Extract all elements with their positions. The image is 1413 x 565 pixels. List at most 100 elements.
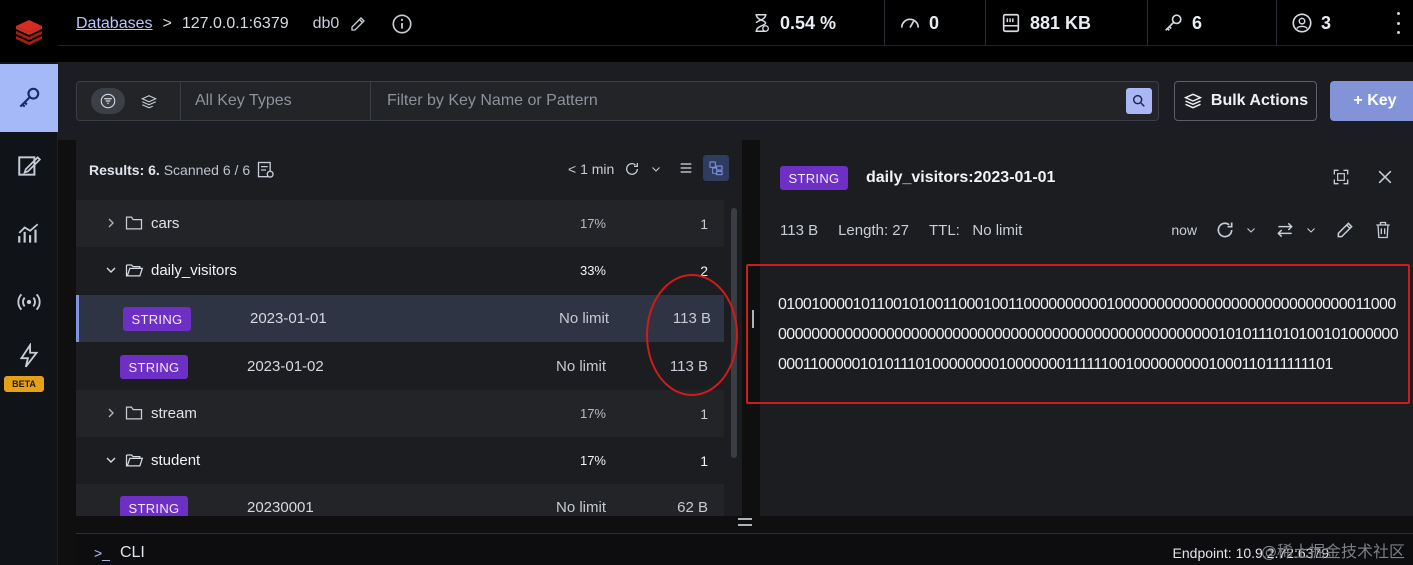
- folder-percent: 17%: [579, 216, 606, 231]
- folder-row[interactable]: daily_visitors 33% 2: [76, 247, 724, 294]
- details-window-controls: [1331, 167, 1395, 187]
- search-icon: [1132, 94, 1145, 107]
- scan-settings-icon[interactable]: [256, 160, 276, 180]
- chevron-down-icon[interactable]: [650, 163, 662, 175]
- redis-logo[interactable]: [0, 0, 58, 62]
- key-search-input[interactable]: Filter by Key Name or Pattern: [371, 82, 1158, 120]
- key-ttl: No limit: [558, 310, 609, 327]
- stat-cpu-value: 0.54 %: [780, 12, 837, 33]
- folder-row[interactable]: stream 17% 1: [76, 390, 724, 437]
- key-name: 2023-01-02: [247, 358, 324, 375]
- search-placeholder: Filter by Key Name or Pattern: [387, 92, 598, 109]
- chevron-right-icon[interactable]: [105, 217, 117, 229]
- cpu-icon: [755, 14, 769, 32]
- bulk-actions-button[interactable]: Bulk Actions: [1174, 81, 1317, 121]
- chevron-down-icon[interactable]: [1305, 224, 1317, 236]
- stat-keys: 6: [1147, 0, 1202, 46]
- format-switch-icon[interactable]: [1275, 220, 1295, 240]
- tree-view-button[interactable]: [703, 155, 729, 181]
- cli-bar: >_ CLI Endpoint: 10.9.2.72:6379: [76, 533, 1413, 565]
- details-key-name[interactable]: daily_visitors:2023-01-01: [866, 169, 1055, 187]
- folder-open-icon: [125, 264, 144, 277]
- folder-row[interactable]: student 17% 1: [76, 437, 724, 484]
- key-row[interactable]: STRING 2023-01-02 No limit 113 B: [76, 343, 724, 390]
- key-size: 62 B: [677, 499, 708, 516]
- details-last-refresh: now: [1171, 222, 1197, 238]
- beta-badge: BETA: [4, 376, 44, 392]
- db-label: db0: [312, 15, 340, 32]
- folder-row[interactable]: cars 17% 1: [76, 200, 724, 247]
- info-icon[interactable]: [391, 13, 413, 35]
- folder-percent: 33%: [579, 263, 606, 278]
- stat-ops: 0: [884, 0, 939, 46]
- refresh-icon[interactable]: [1215, 220, 1235, 240]
- list-view-button[interactable]: [673, 155, 699, 181]
- search-button[interactable]: [1126, 88, 1152, 114]
- memory-icon: [1002, 13, 1020, 33]
- cli-resize-handle[interactable]: [738, 518, 756, 526]
- folder-open-icon: [125, 454, 144, 467]
- key-icon: [1165, 14, 1182, 31]
- key-row[interactable]: STRING 2023-01-01 No limit 113 B: [76, 295, 724, 342]
- databases-link[interactable]: Databases: [76, 15, 153, 33]
- nav-triggers[interactable]: [0, 336, 58, 376]
- search-mode-toggle[interactable]: [132, 88, 166, 114]
- nav-analytics[interactable]: [0, 200, 58, 268]
- folder-name: daily_visitors: [151, 262, 237, 279]
- folder-name: cars: [151, 215, 180, 232]
- layers-icon: [1183, 93, 1203, 109]
- key-name: 20230001: [247, 499, 314, 516]
- stat-memory-value: 881 KB: [1030, 12, 1092, 33]
- ttl-label: TTL:: [929, 222, 960, 239]
- pubsub-icon: [17, 293, 41, 311]
- string-value: 0100100001011001010011000100110000000000…: [778, 296, 1399, 373]
- details-ttl: TTL: No limit: [929, 222, 1022, 239]
- nav-pubsub[interactable]: [0, 268, 58, 336]
- nav-browser[interactable]: [0, 64, 58, 132]
- chevron-down-icon[interactable]: [105, 454, 117, 466]
- cli-label: CLI: [119, 544, 145, 561]
- nav-workbench[interactable]: [0, 132, 58, 200]
- gauge-icon: [900, 18, 920, 28]
- key-icon: [19, 87, 40, 108]
- key-list-panel: Results: 6. Scanned 6 / 6 < 1 min cars 1…: [76, 140, 742, 516]
- user-icon: [1292, 13, 1312, 33]
- stat-cpu: 0.54 %: [736, 0, 836, 46]
- folder-count: 1: [700, 406, 708, 422]
- cli-toggle[interactable]: >_ CLI: [94, 544, 145, 562]
- refresh-icon[interactable]: [624, 161, 640, 177]
- header-strip: [58, 46, 1413, 62]
- watermark: @稀土掘金技术社区: [1260, 542, 1405, 561]
- pencil-icon[interactable]: [349, 15, 367, 33]
- key-row[interactable]: STRING 20230001 No limit 62 B: [76, 484, 724, 516]
- folder-icon: [125, 216, 143, 230]
- close-icon[interactable]: [1375, 167, 1395, 187]
- edit-icon[interactable]: [1335, 220, 1355, 240]
- type-badge: STRING: [120, 496, 188, 516]
- ttl-value[interactable]: No limit: [972, 222, 1022, 239]
- trash-icon[interactable]: [1373, 220, 1393, 240]
- type-badge: STRING: [123, 307, 191, 331]
- last-refresh: < 1 min: [568, 161, 615, 177]
- chevron-right-icon[interactable]: [105, 407, 117, 419]
- breadcrumb: Databases > 127.0.0.1:6379 db0: [76, 13, 413, 35]
- key-ttl: No limit: [555, 358, 606, 375]
- analytics-icon: [18, 223, 39, 243]
- key-type-select[interactable]: All Key Types: [181, 82, 371, 120]
- key-name: 2023-01-01: [250, 310, 327, 327]
- folder-percent: 17%: [579, 453, 606, 468]
- string-value-box[interactable]: 0100100001011001010011000100110000000000…: [746, 264, 1410, 404]
- more-menu-icon[interactable]: [1395, 12, 1401, 34]
- stat-keys-value: 6: [1192, 12, 1203, 33]
- host-label: 127.0.0.1:6379: [181, 15, 289, 32]
- folder-count: 1: [700, 453, 708, 469]
- add-key-button[interactable]: + Key: [1330, 81, 1413, 121]
- chevron-down-icon[interactable]: [105, 264, 117, 276]
- fullscreen-icon[interactable]: [1331, 167, 1351, 187]
- filter-toggle[interactable]: [90, 88, 125, 114]
- terminal-icon: >_: [94, 545, 110, 561]
- details-meta: 113 B Length: 27 TTL: No limit: [780, 222, 1022, 239]
- details-actions: now: [1171, 220, 1393, 240]
- folder-name: stream: [151, 405, 197, 422]
- chevron-down-icon[interactable]: [1245, 224, 1257, 236]
